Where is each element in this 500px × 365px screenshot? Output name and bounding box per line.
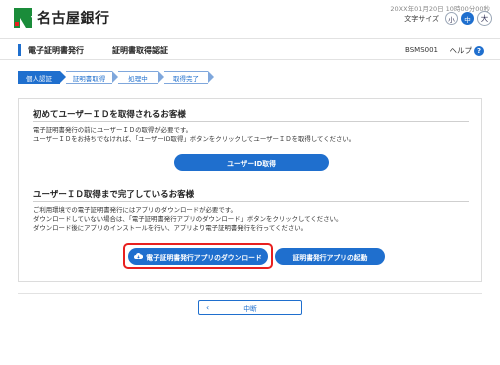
chevron-left-icon: ‹ (206, 303, 210, 312)
header: 名古屋銀行 20XX年01月20日 10時00分00秒 文字サイズ 小 中 大 (0, 0, 500, 34)
step-arrow (60, 71, 66, 83)
font-size-large-button[interactable]: 大 (477, 11, 492, 26)
download-app-button[interactable]: 電子証明書発行アプリのダウンロード (128, 248, 268, 265)
launch-app-button[interactable]: 証明書発行アプリの起動 (275, 248, 385, 265)
step-label: 取得完了 (173, 74, 199, 83)
section-new-user-title: 初めてユーザーＩＤを取得されるお客様 (33, 110, 186, 120)
step-personal-auth: 個人認証 (18, 71, 66, 84)
step-label: 個人認証 (26, 74, 52, 83)
section-divider (33, 201, 469, 202)
cloud-download-icon (134, 253, 144, 259)
step-arrow (208, 71, 214, 83)
help-label: ヘルプ (449, 46, 473, 55)
question-circle-icon: ? (474, 45, 484, 56)
section-existing-user-text-1: ご利用環境での電子証明書発行にはアプリのダウンロードが必要です。 (33, 206, 237, 214)
bank-name: 名古屋銀行 (37, 11, 110, 27)
help-link[interactable]: ヘルプ ? (449, 45, 484, 56)
progress-steps: 個人認証 証明書取得 処理中 取得完了 (18, 71, 214, 84)
font-size-medium-button[interactable]: 中 (461, 12, 474, 25)
step-processing: 処理中 (118, 71, 164, 84)
screen-id: BSMS001 (405, 46, 438, 54)
step-certificate-acquire: 証明書取得 (66, 71, 118, 84)
cancel-button[interactable]: ‹ 中断 (198, 300, 302, 315)
step-complete: 取得完了 (164, 71, 214, 84)
font-size-selector: 文字サイズ 小 中 大 (404, 11, 492, 26)
section-divider (33, 121, 469, 122)
user-id-acquire-button[interactable]: ユーザーID取得 (174, 154, 329, 171)
page-title: 電子証明書発行 (28, 46, 84, 55)
user-id-acquire-label: ユーザーID取得 (227, 159, 276, 168)
main-panel: 初めてユーザーＩＤを取得されるお客様 電子証明書発行の前にユーザーＩＤの取得が必… (18, 98, 482, 282)
bank-logo[interactable]: 名古屋銀行 (14, 8, 110, 28)
nagoya-bank-logo-icon (14, 8, 32, 28)
footer-divider (18, 293, 482, 294)
section-new-user-text-2: ユーザーＩＤをお持ちでなければ、「ユーザーID取得」ボタンをクリックしてユーザー… (33, 135, 356, 143)
title-accent-bar (18, 44, 21, 56)
page-subtitle: 証明書取得認証 (112, 46, 168, 55)
section-new-user-text-1: 電子証明書発行の前にユーザーＩＤの取得が必要です。 (33, 126, 192, 134)
section-existing-user-text-2: ダウンロードしていない場合は、「電子証明書発行アプリのダウンロード」ボタンをクリ… (33, 215, 343, 223)
step-label: 証明書取得 (72, 74, 106, 83)
cancel-label: 中断 (243, 304, 257, 313)
download-app-label: 電子証明書発行アプリのダウンロード (146, 253, 262, 262)
section-existing-user-text-3: ダウンロード後にアプリのインストールを行い、アプリより電子証明書発行を行ってくだ… (33, 224, 308, 232)
step-arrow (112, 71, 118, 83)
font-size-label: 文字サイズ (404, 14, 439, 23)
launch-app-label: 証明書発行アプリの起動 (292, 253, 368, 262)
step-arrow (158, 71, 164, 83)
step-label: 処理中 (128, 74, 148, 83)
font-size-small-button[interactable]: 小 (445, 12, 458, 25)
title-bar: 電子証明書発行 証明書取得認証 BSMS001 ヘルプ ? (0, 38, 500, 60)
section-existing-user-title: ユーザーＩＤ取得まで完了しているお客様 (33, 190, 195, 200)
